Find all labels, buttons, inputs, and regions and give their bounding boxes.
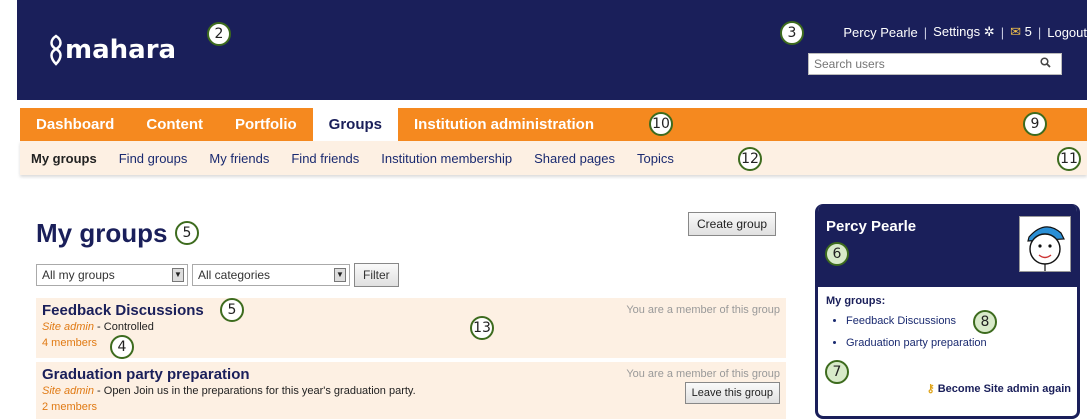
site-header: mahara Percy Pearle | Settings ✲ | ✉ 5 |… [17,0,1087,100]
subnav-institution-membership[interactable]: Institution membership [370,151,523,166]
search-input[interactable] [809,54,1033,74]
category-select[interactable]: All categories ▼ [192,264,350,286]
my-groups-heading: My groups: [826,295,886,307]
sidebar-group-link[interactable]: Feedback Discussions [846,315,1069,327]
search-box [808,53,1062,75]
nav-groups[interactable]: Groups [312,108,399,141]
sidebar-group-list: Feedback Discussions Graduation party pr… [846,315,1069,349]
chevron-down-icon: ▼ [172,268,184,282]
group-type-select[interactable]: All my groups ▼ [36,264,188,286]
subnav-topics[interactable]: Topics [626,151,685,166]
group-meta: Site admin - Controlled [42,321,780,333]
group-description: - Controlled [93,321,154,333]
group-meta: Site admin - Open Join us in the prepara… [42,385,780,397]
group-members-link[interactable]: 4 members [42,337,780,349]
chevron-down-icon: ▼ [334,268,346,282]
callout-badge: 3 [780,21,804,45]
main-nav: Dashboard Content Portfolio Groups Insti… [20,108,1087,141]
nav-dashboard[interactable]: Dashboard [20,108,130,141]
group-members-link[interactable]: 2 members [42,401,780,413]
become-admin-link[interactable]: ⚷ Become Site admin again [927,382,1071,395]
group-item: Feedback Discussions Site admin - Contro… [36,298,786,358]
category-value: All categories [198,268,271,282]
group-type-value: All my groups [42,268,115,282]
separator: | [1000,24,1005,40]
mahara-knot-icon [50,34,62,66]
envelope-icon: ✉ [1010,24,1021,39]
filter-bar: All my groups ▼ All categories ▼ Filter [36,263,399,287]
subnav-my-groups[interactable]: My groups [20,151,108,166]
nav-content[interactable]: Content [130,108,219,141]
avatar-face-icon [1027,226,1065,271]
key-icon: ⚷ [926,383,935,395]
logo-text: mahara [65,35,177,65]
user-bar: Percy Pearle | Settings ✲ | ✉ 5 | Logout [843,24,1087,40]
inbox-link[interactable]: ✉ 5 [1010,24,1032,40]
page-title: My groups [36,218,168,248]
logout-link[interactable]: Logout [1047,25,1087,40]
mahara-logo[interactable]: mahara [47,34,176,66]
callout-badge: 13 [470,316,494,340]
separator: | [923,24,928,40]
callout-badge: 8 [973,310,997,334]
callout-badge: 11 [1057,147,1081,171]
sidebar-header: Percy Pearle [818,204,1077,287]
group-description: - Open Join us in the preparations for t… [93,385,416,397]
callout-badge: 10 [649,112,673,136]
sidebar-user-name[interactable]: Percy Pearle [826,218,916,235]
become-admin-label: Become Site admin again [937,383,1071,395]
avatar[interactable] [1019,216,1071,272]
settings-label: Settings [933,24,981,39]
sidebar-body: My groups: Feedback Discussions Graduati… [818,287,1077,367]
nav-institution-administration[interactable]: Institution administration [398,108,610,141]
callout-badge: 12 [738,147,762,171]
subnav-find-groups[interactable]: Find groups [108,151,199,166]
filter-button[interactable]: Filter [354,263,399,287]
gear-icon: ✲ [983,24,995,39]
callout-badge: 9 [1023,112,1047,136]
subnav-my-friends[interactable]: My friends [198,151,280,166]
user-name-link[interactable]: Percy Pearle [843,25,917,40]
page: mahara Percy Pearle | Settings ✲ | ✉ 5 |… [0,0,1087,419]
settings-link[interactable]: Settings ✲ [933,24,995,40]
nav-portfolio[interactable]: Portfolio [219,108,313,141]
separator: | [1037,24,1042,40]
callout-badge: 4 [110,335,134,359]
callout-badge: 6 [825,242,849,266]
create-group-button[interactable]: Create group [688,212,777,236]
subnav-shared-pages[interactable]: Shared pages [523,151,626,166]
sub-nav: My groups Find groups My friends Find fr… [20,141,1087,175]
membership-status: You are a member of this group [626,368,780,380]
callout-badge: 7 [825,360,849,384]
inbox-count: 5 [1024,24,1032,39]
membership-status: You are a member of this group [626,304,780,316]
group-role[interactable]: Site admin [42,385,94,397]
profile-sidebar: Percy Pearle My groups: Feedback Discuss… [815,204,1080,419]
group-role[interactable]: Site admin [42,321,94,333]
search-icon[interactable] [1033,57,1057,71]
subnav-find-friends[interactable]: Find friends [280,151,370,166]
leave-group-button[interactable]: Leave this group [684,382,780,404]
callout-badge: 2 [207,22,231,46]
callout-badge: 5 [220,298,244,322]
sidebar-group-link[interactable]: Graduation party preparation [846,337,1069,349]
callout-badge: 5 [175,221,199,245]
group-item: Graduation party preparation Site admin … [36,362,786,419]
